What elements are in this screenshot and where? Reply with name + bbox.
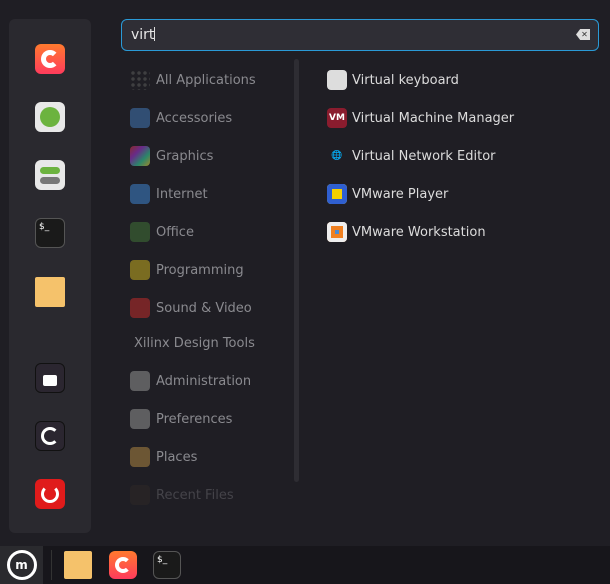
category-xilinx-design-tools[interactable]: Xilinx Design Tools xyxy=(134,332,255,354)
category-label: All Applications xyxy=(156,72,256,88)
taskbar: m $_ xyxy=(0,546,610,584)
category-icon xyxy=(130,298,150,318)
result-label: Virtual Machine Manager xyxy=(352,110,515,126)
logout-button[interactable] xyxy=(35,421,65,451)
category-icon xyxy=(130,70,150,90)
categories-scrollbar[interactable] xyxy=(294,59,299,482)
shutdown-button[interactable] xyxy=(35,479,65,509)
firefox-icon xyxy=(115,557,131,573)
firefox-icon xyxy=(41,50,59,68)
taskbar-files[interactable] xyxy=(64,551,92,579)
category-icon xyxy=(130,409,150,429)
logout-icon xyxy=(41,427,59,445)
category-sound-video[interactable]: Sound & Video xyxy=(130,297,252,319)
category-icon xyxy=(130,447,150,467)
category-icon xyxy=(130,260,150,280)
clear-text-icon[interactable]: ✕ xyxy=(576,29,590,40)
category-label: Office xyxy=(156,224,194,240)
category-administration[interactable]: Administration xyxy=(130,370,251,392)
vmware-player-icon xyxy=(327,184,347,204)
search-result[interactable]: VMware Player xyxy=(327,183,448,205)
category-office[interactable]: Office xyxy=(130,221,194,243)
result-label: Virtual Network Editor xyxy=(352,148,496,164)
category-preferences[interactable]: Preferences xyxy=(130,408,232,430)
terminal-icon: $_ xyxy=(157,555,168,565)
power-icon xyxy=(41,485,59,503)
toggle-settings-icon xyxy=(40,166,60,174)
lock-screen-button[interactable] xyxy=(35,363,65,393)
category-all-applications[interactable]: All Applications xyxy=(130,69,256,91)
category-icon xyxy=(130,485,150,505)
search-result[interactable]: 🌐 Virtual Network Editor xyxy=(327,145,496,167)
taskbar-firefox[interactable] xyxy=(109,551,137,579)
category-icon xyxy=(130,108,150,128)
taskbar-terminal[interactable]: $_ xyxy=(153,551,181,579)
linux-mint-logo-icon: m xyxy=(6,550,37,580)
search-result[interactable]: VM Virtual Machine Manager xyxy=(327,107,514,129)
category-label: Recent Files xyxy=(156,487,234,503)
virtual-keyboard-icon xyxy=(327,70,347,90)
software-manager-icon xyxy=(40,107,60,127)
category-icon xyxy=(130,184,150,204)
menu-button[interactable]: m xyxy=(0,546,43,584)
search-result[interactable]: Virtual keyboard xyxy=(327,69,459,91)
category-places[interactable]: Places xyxy=(130,446,197,468)
category-programming[interactable]: Programming xyxy=(130,259,244,281)
lock-icon xyxy=(43,375,57,386)
software-manager-button[interactable] xyxy=(35,102,65,132)
category-graphics[interactable]: Graphics xyxy=(130,145,213,167)
result-label: Virtual keyboard xyxy=(352,72,459,88)
category-label: Graphics xyxy=(156,148,214,164)
category-icon xyxy=(130,146,150,166)
files-button[interactable] xyxy=(35,277,65,307)
category-label: Accessories xyxy=(156,110,233,126)
result-label: VMware Player xyxy=(352,186,449,202)
category-label: Administration xyxy=(156,373,252,389)
terminal-icon: $_ xyxy=(39,222,50,232)
search-text: virt xyxy=(131,27,155,43)
category-label: Places xyxy=(156,449,198,465)
category-label: Programming xyxy=(156,262,244,278)
category-internet[interactable]: Internet xyxy=(130,183,208,205)
terminal-button[interactable]: $_ xyxy=(35,218,65,248)
category-label: Sound & Video xyxy=(156,300,252,316)
category-label: Xilinx Design Tools xyxy=(134,335,255,351)
category-icon xyxy=(130,222,150,242)
firefox-button[interactable] xyxy=(35,44,65,74)
search-input[interactable]: virt ✕ xyxy=(121,19,599,51)
toggle-off-icon xyxy=(40,176,60,184)
virt-manager-icon: VM xyxy=(327,108,347,128)
category-icon xyxy=(130,371,150,391)
network-globe-icon: 🌐 xyxy=(331,151,343,161)
category-label: Internet xyxy=(156,186,208,202)
vmware-workstation-icon xyxy=(327,222,347,242)
category-label: Preferences xyxy=(156,411,233,427)
system-settings-button[interactable] xyxy=(35,160,65,190)
category-recent-files[interactable]: Recent Files xyxy=(130,484,234,506)
favorites-sidebar: $_ xyxy=(9,19,91,533)
category-accessories[interactable]: Accessories xyxy=(130,107,232,129)
result-label: VMware Workstation xyxy=(352,224,486,240)
search-result[interactable]: VMware Workstation xyxy=(327,221,486,243)
